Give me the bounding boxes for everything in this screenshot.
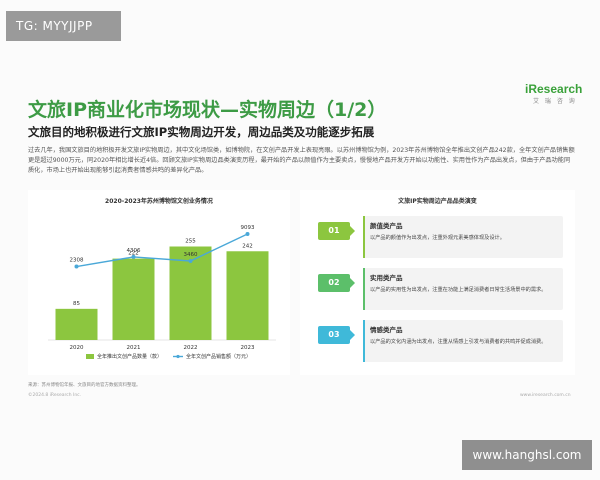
body-paragraph: 过去几年，我国文旅目的地积极开发文旅IP实物周边，其中文化场馆类，如博物院，在文… <box>28 147 575 174</box>
category-label: 实用类产品 <box>370 274 403 282</box>
line-point <box>74 264 79 269</box>
line-point <box>188 258 193 263</box>
page-subtitle: 文旅目的地积极进行文旅IP实物周边开发，周边品类及功能逐步拓展 <box>28 125 375 139</box>
chart-card: 2020-2023年苏州博物馆文创业务情况 85 2020 222 2021 255 20… <box>28 190 290 375</box>
step-arrow <box>350 278 355 288</box>
line-point <box>245 231 250 236</box>
bar <box>112 258 155 340</box>
legend-bar-swatch <box>86 354 94 359</box>
line-value-label: 3460 <box>184 252 198 258</box>
category-description: 以产品的实用性为出发点，注重在功能上满足消费者日常生活场景中的需求。 <box>370 287 547 293</box>
logo-brand: iResearch <box>525 82 583 96</box>
category-description: 以产品的颜值作为出发点，注重外观元素美感体现及设计。 <box>370 235 505 241</box>
step-number: 03 <box>318 326 350 344</box>
category-label: 颜值类产品 <box>370 222 403 230</box>
step-number: 01 <box>318 222 350 240</box>
bar-line-chart: 8520202222021255202224220232308430634609… <box>48 225 276 360</box>
category-item: 02 实用类产品 以产品的实用性为出发点，注重在功能上满足消费者日常生活场景中的… <box>318 268 563 314</box>
footer-url: www.iresearch.com.cn <box>520 393 571 398</box>
accent-bar <box>363 320 365 362</box>
accent-bar <box>363 216 365 258</box>
category-box: 情感类产品 以产品的文化内涵为出发点，注重从情感上引发与消费者的共鸣并促成消费。 <box>363 320 563 362</box>
bar <box>55 308 98 340</box>
x-tick-label: 2023 <box>241 345 255 351</box>
category-description: 以产品的文化内涵为出发点，注重从情感上引发与消费者的共鸣并促成消费。 <box>370 339 547 345</box>
accent-bar <box>363 268 365 310</box>
step-arrow <box>350 226 355 236</box>
category-box: 实用类产品 以产品的实用性为出发点，注重在功能上满足消费者日常生活场景中的需求。 <box>363 268 563 310</box>
page-title: 文旅IP商业化市场现状—实物周边（1/2） <box>28 99 387 121</box>
legend-bar-label: 全年推出文创产品数量（款） <box>97 353 162 360</box>
bar-value-label: 85 <box>73 301 80 307</box>
bar <box>226 251 269 340</box>
line-series <box>76 233 248 268</box>
line-point <box>131 254 136 259</box>
line-value-label: 2308 <box>70 258 84 264</box>
x-tick-label: 2021 <box>127 345 141 351</box>
step-arrow <box>350 330 355 340</box>
step-number: 02 <box>318 274 350 292</box>
bar-value-label: 242 <box>242 243 253 249</box>
logo-subtext: 艾 瑞 咨 询 <box>533 98 577 105</box>
bar-value-label: 255 <box>185 239 196 245</box>
iresearch-logo: iResearch 艾 瑞 咨 询 <box>525 82 595 112</box>
category-item: 01 颜值类产品 以产品的颜值作为出发点，注重外观元素美感体现及设计。 <box>318 216 563 262</box>
category-label: 情感类产品 <box>370 326 403 334</box>
category-item: 03 情感类产品 以产品的文化内涵为出发点，注重从情感上引发与消费者的共鸣并促成… <box>318 320 563 366</box>
legend-line-marker <box>176 354 180 359</box>
category-box: 颜值类产品 以产品的颜值作为出发点，注重外观元素美感体现及设计。 <box>363 216 563 258</box>
line-value-label: 4306 <box>127 248 141 254</box>
legend-line-label: 全年文创产品销售额（万元） <box>186 353 251 360</box>
x-tick-label: 2020 <box>70 345 84 351</box>
report-slide: iResearch 艾 瑞 咨 询 文旅IP商业化市场现状—实物周边（1/2） … <box>0 0 600 480</box>
panel-title: 文旅IP实物周边产品品类演变 <box>398 198 477 205</box>
x-tick-label: 2022 <box>184 345 198 351</box>
watermark-top: TG: MYYJJPP <box>6 11 121 41</box>
footer-copyright: ©2024.8 iResearch Inc. <box>28 393 82 398</box>
line-value-label: 9093 <box>241 225 255 231</box>
category-evolution-panel: 文旅IP实物周边产品品类演变 01 颜值类产品 以产品的颜值作为出发点，注重外观… <box>300 190 575 375</box>
source-note: 来源：苏州博物馆年报、文旅目的地官方数据资料整理。 <box>28 383 141 388</box>
watermark-bottom[interactable]: www.hanghsl.com <box>462 440 592 470</box>
